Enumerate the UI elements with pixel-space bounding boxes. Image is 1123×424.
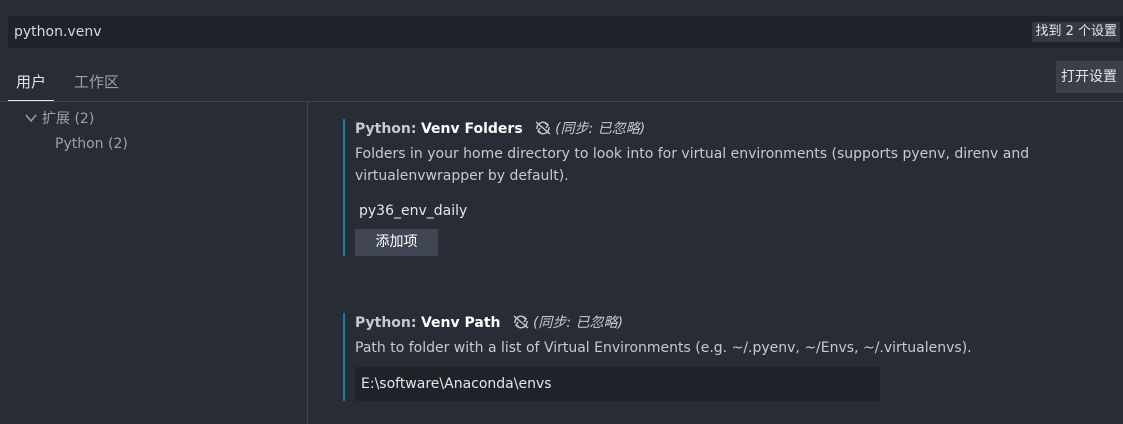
chevron-down-icon (25, 114, 37, 123)
toc-item-python[interactable]: Python (2) (55, 136, 128, 152)
settings-list: Python: Venv Folders (同步: 已忽略) Folders i… (308, 102, 1123, 424)
toc-item-label: 扩展 (2) (42, 111, 95, 127)
setting-title: Python: Venv Folders (同步: 已忽略) (355, 121, 646, 137)
setting-venv-path: Python: Venv Path (同步: 已忽略) Path to fold… (343, 313, 1075, 401)
sync-ignored-icon (535, 121, 551, 135)
open-settings-json-button[interactable]: 打开设置 (1056, 61, 1123, 93)
sync-status: 同步: 已忽略 (538, 315, 618, 331)
setting-description: Folders in your home directory to look i… (355, 146, 1030, 184)
add-item-button[interactable]: 添加项 (355, 229, 438, 256)
sync-ignored-icon (513, 315, 529, 329)
setting-category: Python: (355, 121, 417, 137)
setting-name: Venv Path (420, 315, 501, 331)
venv-path-input[interactable] (355, 367, 880, 401)
setting-category: Python: (355, 315, 417, 331)
settings-search-bar[interactable]: 找到 2 个设置 (8, 16, 1123, 48)
search-result-count: 找到 2 个设置 (1032, 22, 1120, 42)
tab-user[interactable]: 用户 (8, 62, 55, 102)
setting-title: Python: Venv Path (同步: 已忽略) (355, 315, 624, 331)
sync-status: 同步: 已忽略 (560, 121, 640, 137)
settings-scope-tabs: 用户 工作区 (8, 62, 139, 102)
settings-toc: 扩展 (2) Python (2) (0, 102, 308, 424)
search-input[interactable] (14, 16, 914, 48)
setting-name: Venv Folders (420, 121, 523, 137)
setting-venv-folders: Python: Venv Folders (同步: 已忽略) Folders i… (343, 119, 1075, 256)
list-item[interactable]: py36_env_daily (355, 201, 1075, 221)
tab-workspace[interactable]: 工作区 (66, 62, 127, 100)
setting-description: Path to folder with a list of Virtual En… (355, 340, 972, 356)
toc-item-extensions[interactable]: 扩展 (2) (24, 108, 94, 128)
